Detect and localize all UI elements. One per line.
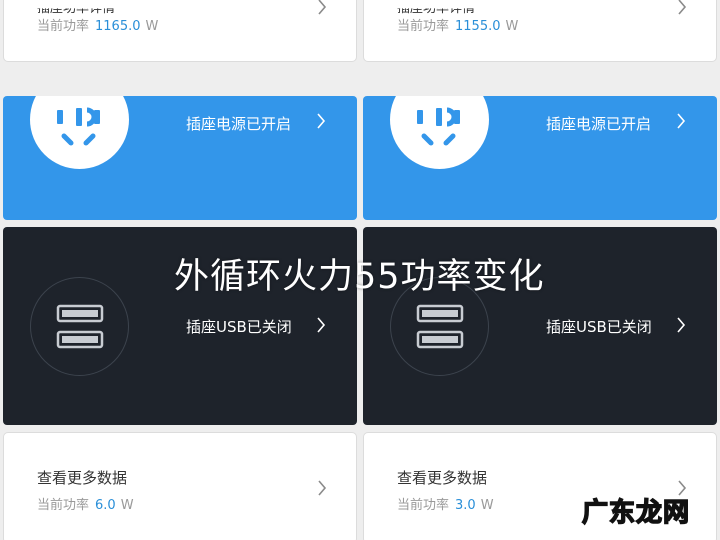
more-data-title: 查看更多数据 [397, 469, 488, 487]
power-label: 当前功率 [397, 19, 450, 34]
current-power: 当前功率 6.0 W [37, 494, 134, 513]
power-value: 6.0 [95, 498, 116, 513]
power-label: 当前功率 [397, 498, 450, 513]
power-unit: W [145, 19, 159, 34]
usb-status-text: 插座USB已关闭 [546, 318, 652, 336]
chevron-right-icon [313, 113, 329, 129]
power-value: 3.0 [455, 498, 476, 513]
plug-status-text: 插座电源已开启 [546, 115, 652, 133]
power-detail-card[interactable]: 插座功率详情 当前功率 1155.0 W [363, 0, 717, 62]
socket-plug-icon [30, 96, 129, 169]
site-watermark: 广东龙网 [581, 497, 691, 529]
usb-port-icon [30, 277, 129, 376]
chevron-right-icon [673, 317, 689, 333]
card-title: 插座功率详情 [37, 1, 116, 16]
power-unit: W [120, 498, 134, 513]
power-detail-card[interactable]: 插座功率详情 当前功率 1165.0 W [3, 0, 357, 62]
power-value: 1155.0 [455, 19, 501, 34]
socket-plug-icon [390, 96, 489, 169]
card-title: 插座功率详情 [397, 1, 476, 16]
chevron-right-icon [314, 480, 330, 496]
more-data-title: 查看更多数据 [37, 469, 128, 487]
power-unit: W [505, 19, 519, 34]
plug-status-text: 插座电源已开启 [186, 115, 292, 133]
power-label: 当前功率 [37, 498, 90, 513]
plug-power-card[interactable]: 插座电源已开启 [363, 96, 717, 220]
chevron-right-icon [313, 317, 329, 333]
current-power: 当前功率 1155.0 W [397, 15, 518, 34]
chevron-right-icon [314, 0, 330, 15]
power-unit: W [480, 498, 494, 513]
usb-status-text: 插座USB已关闭 [186, 318, 292, 336]
power-label: 当前功率 [37, 19, 90, 34]
current-power: 当前功率 1165.0 W [37, 15, 158, 34]
chevron-right-icon [674, 0, 690, 15]
power-value: 1165.0 [95, 19, 141, 34]
plug-power-card[interactable]: 插座电源已开启 [3, 96, 357, 220]
more-data-card[interactable]: 查看更多数据 当前功率 6.0 W [3, 432, 357, 540]
overlay-caption: 外循环火力55功率变化 [174, 257, 545, 297]
current-power: 当前功率 3.0 W [397, 494, 494, 513]
chevron-right-icon [673, 113, 689, 129]
